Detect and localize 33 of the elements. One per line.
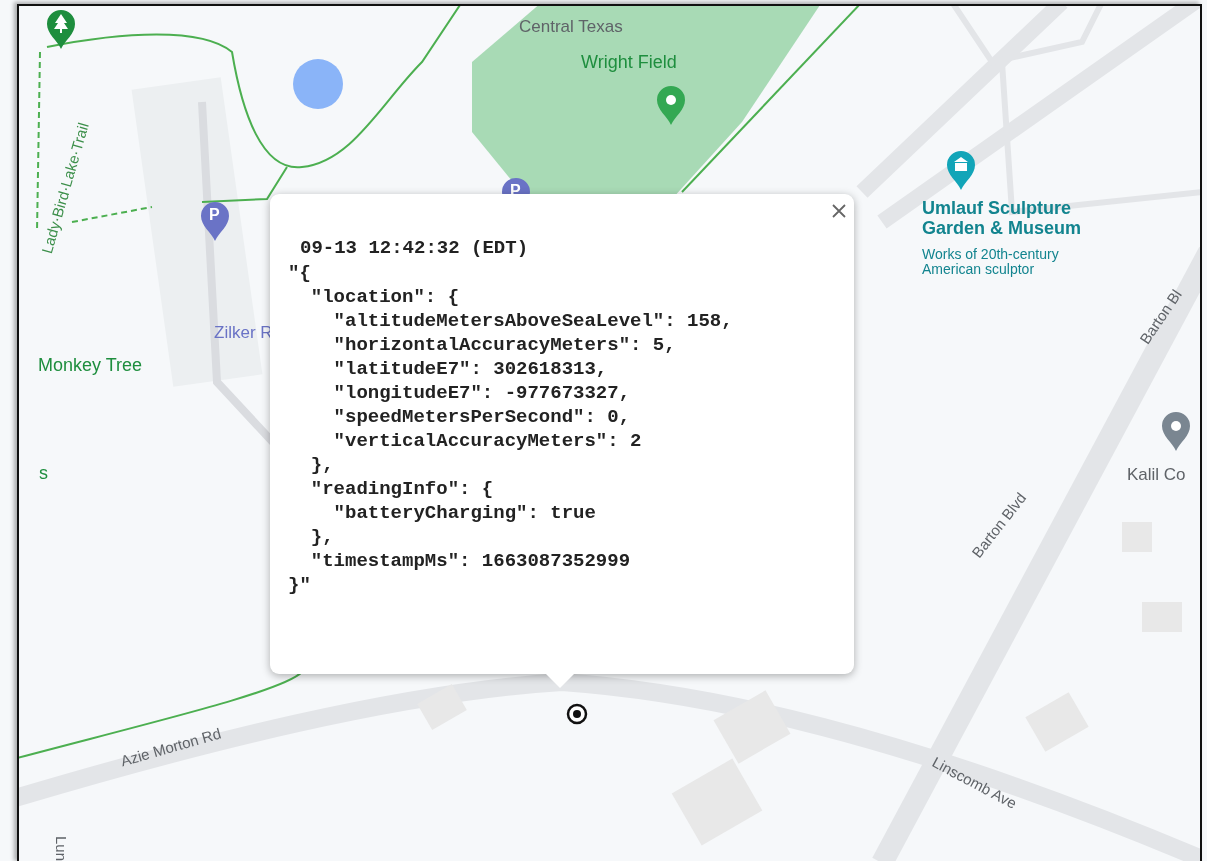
json-line: "altitudeMetersAboveSeaLevel": 158, (332, 309, 733, 333)
place-label: Wright Field (581, 53, 677, 73)
json-line: "readingInfo": { (309, 477, 495, 501)
parking-letter: P (209, 206, 220, 224)
json-line: }" (288, 573, 312, 597)
json-line: "verticalAccuracyMeters": 2 (332, 429, 643, 453)
json-line: "latitudeE7": 302618313, (332, 357, 609, 381)
location-dot-icon (566, 703, 588, 725)
place-pin-icon[interactable] (1160, 410, 1192, 452)
place-label: s (39, 464, 48, 484)
json-line: "location": { (309, 285, 461, 309)
parking-pin-icon[interactable] (199, 200, 231, 242)
json-line: "timestampMs": 1663087352999 (309, 549, 632, 573)
json-line: "batteryCharging": true (332, 501, 597, 525)
json-line: }, (309, 453, 335, 477)
json-line: }, (309, 525, 335, 549)
tree-pin-icon[interactable] (45, 8, 77, 50)
place-label: Kalil Co (1127, 466, 1186, 485)
place-label: Monkey Tree (38, 356, 143, 376)
json-line: "longitudeE7": -977673327, (332, 381, 632, 405)
json-line: "horizontalAccuracyMeters": 5, (332, 333, 677, 357)
timestamp-text: 09-13 12:42:32 (EDT) (300, 236, 530, 260)
street-label: Lun (52, 836, 69, 861)
place-pin-icon[interactable] (655, 84, 687, 126)
museum-pin-icon[interactable] (945, 149, 977, 191)
place-label: Central Texas (519, 18, 623, 37)
json-line: "{ (288, 261, 312, 285)
close-icon[interactable] (832, 204, 846, 218)
pond (293, 59, 343, 109)
museum-description: Works of 20th-century American sculptor (922, 247, 1060, 278)
json-line: "speedMetersPerSecond": 0, (332, 405, 632, 429)
street-label: Azie Morton Rd (119, 725, 223, 770)
museum-label: Umlauf Sculpture Garden & Museum (922, 199, 1083, 239)
